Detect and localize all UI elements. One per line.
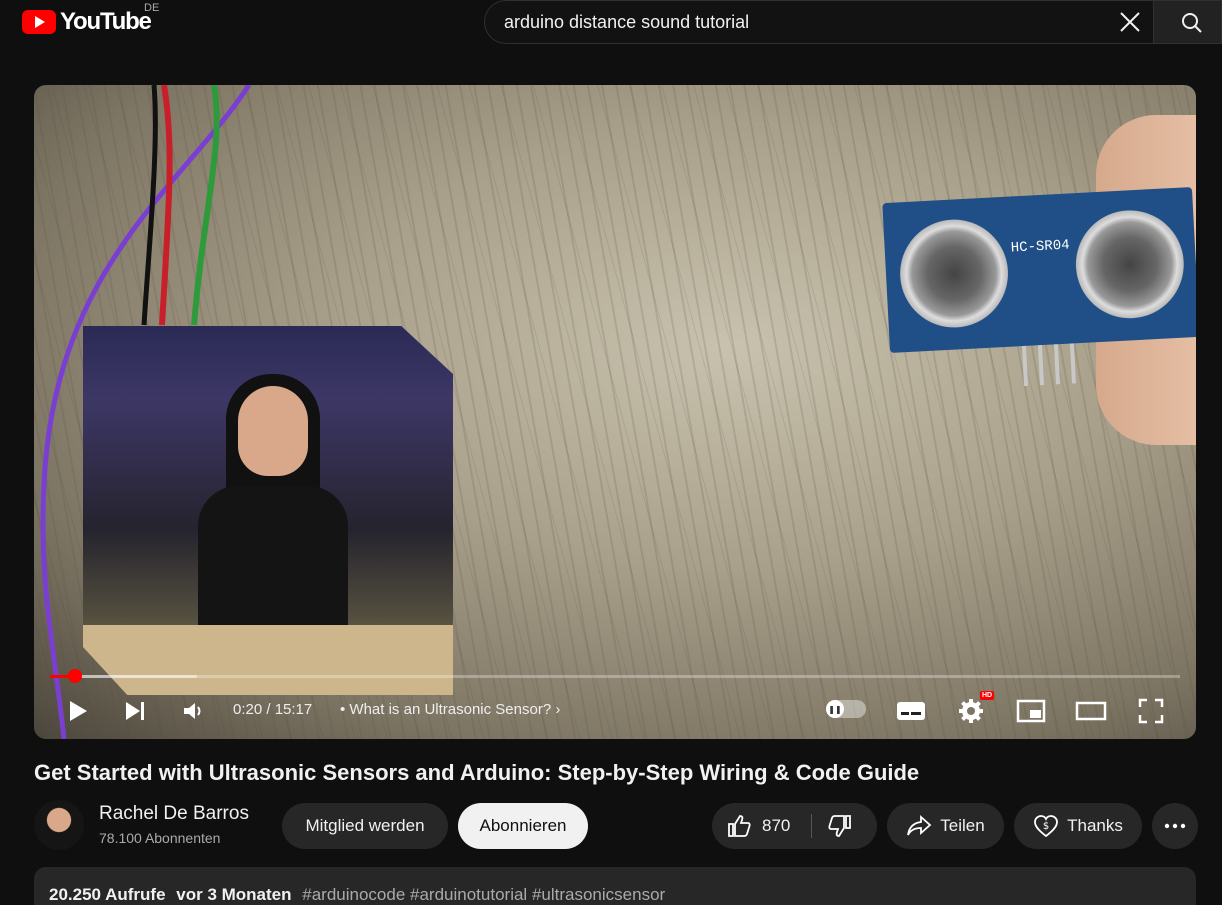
chapter-title[interactable]: • What is an Ultrasonic Sensor? › — [340, 701, 560, 718]
description-box[interactable]: 20.250 Aufrufe vor 3 Monaten #arduinocod… — [34, 867, 1196, 905]
youtube-logo[interactable]: YouTube — [22, 8, 152, 36]
hashtag-link[interactable]: #ultrasonicsensor — [532, 885, 665, 904]
like-count: 870 — [762, 816, 791, 835]
progress-scrubber[interactable] — [67, 669, 82, 683]
next-button[interactable] — [117, 693, 153, 729]
search-input[interactable] — [504, 11, 1104, 33]
hashtag-link[interactable]: #arduinotutorial — [410, 885, 527, 904]
more-icon — [1164, 823, 1186, 829]
upload-date: vor 3 Monaten — [176, 885, 292, 904]
youtube-logo-icon — [22, 10, 56, 34]
presenter — [198, 366, 348, 666]
more-actions-button[interactable] — [1152, 803, 1198, 849]
clear-search-icon[interactable] — [1117, 9, 1143, 35]
country-code: DE — [144, 2, 160, 14]
theater-icon — [1075, 701, 1107, 721]
thanks-heart-icon: $ — [1034, 815, 1059, 838]
ultrasonic-sensor-image: HC-SR04 — [882, 186, 1196, 387]
logo-text: YouTube — [60, 8, 152, 35]
sensor-transducer — [1073, 207, 1187, 322]
fullscreen-icon — [1138, 698, 1164, 724]
play-icon — [70, 701, 87, 721]
hashtag-link[interactable]: #arduinocode — [302, 885, 405, 904]
thanks-button[interactable]: $ Thanks — [1014, 803, 1142, 849]
search-button[interactable] — [1154, 0, 1222, 44]
subtitles-button[interactable] — [893, 693, 929, 729]
fullscreen-button[interactable] — [1133, 693, 1169, 729]
like-button[interactable]: 870 — [726, 803, 790, 849]
thumbs-up-icon — [728, 815, 751, 837]
miniplayer-icon — [1016, 699, 1046, 723]
subscriber-count: 78.100 Abonnenten — [99, 830, 221, 846]
progress-bar[interactable] — [50, 669, 1180, 683]
thumbs-down-icon — [828, 815, 851, 837]
sensor-transducer — [897, 216, 1011, 331]
play-button[interactable] — [59, 693, 95, 729]
autoplay-toggle[interactable]: ❚❚ — [826, 700, 866, 718]
presenter-overlay — [83, 326, 453, 695]
share-button[interactable]: Teilen — [887, 803, 1004, 849]
chapter-label: What is an Ultrasonic Sensor? — [349, 701, 552, 718]
sensor-label: HC-SR04 — [1010, 237, 1070, 257]
channel-name[interactable]: Rachel De Barros — [99, 803, 249, 825]
thanks-label: Thanks — [1067, 816, 1123, 835]
subtitles-icon — [897, 702, 925, 720]
settings-icon — [959, 699, 983, 723]
dislike-button[interactable] — [827, 803, 853, 849]
channel-avatar[interactable] — [34, 800, 84, 850]
time-display: 0:20 / 15:17 — [233, 701, 313, 718]
theater-button[interactable] — [1073, 693, 1109, 729]
svg-text:$: $ — [1043, 821, 1049, 832]
video-player[interactable]: HC-SR04 0:20 / 15:17 • What is an Ultras… — [34, 85, 1196, 739]
join-button[interactable]: Mitglied werden — [282, 803, 448, 849]
volume-button[interactable] — [175, 693, 211, 729]
subscribe-button[interactable]: Abonnieren — [458, 803, 588, 849]
next-icon — [126, 702, 144, 720]
share-icon — [907, 814, 932, 836]
volume-icon — [184, 703, 201, 719]
sensor-pins — [1021, 343, 1076, 387]
masthead: YouTube DE — [0, 0, 1222, 56]
share-label: Teilen — [940, 816, 985, 835]
hd-badge: HD — [980, 691, 995, 700]
view-count: 20.250 Aufrufe — [49, 885, 166, 904]
search-icon — [1182, 13, 1202, 33]
video-title: Get Started with Ultrasonic Sensors and … — [34, 760, 920, 785]
search-box[interactable] — [484, 0, 1154, 44]
description-meta: 20.250 Aufrufe vor 3 Monaten #arduinocod… — [49, 885, 665, 905]
miniplayer-button[interactable] — [1013, 693, 1049, 729]
pause-icon: ❚❚ — [826, 700, 844, 718]
divider — [811, 814, 812, 838]
player-controls: 0:20 / 15:17 • What is an Ultrasonic Sen… — [34, 685, 1196, 733]
like-dislike-group: 870 — [712, 803, 877, 849]
